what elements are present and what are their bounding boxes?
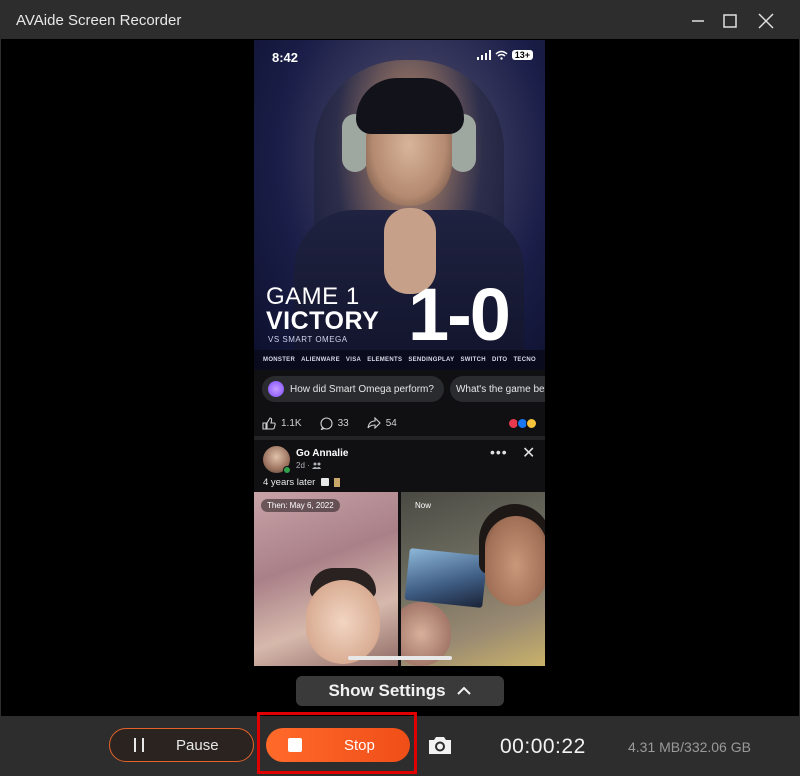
pause-icon: [134, 738, 144, 752]
friends-icon: [312, 462, 322, 470]
phone-status-bar: 8:42 13+: [254, 40, 545, 74]
status-time: 8:42: [272, 50, 299, 65]
screenshot-button[interactable]: [427, 734, 453, 756]
like-count: 1.1K: [281, 417, 302, 429]
suggestion-chip[interactable]: How did Smart Omega perform?: [262, 376, 444, 402]
photo-now[interactable]: Now: [401, 492, 545, 666]
share-button[interactable]: 54: [367, 417, 397, 429]
wow-reaction-icon: [526, 417, 537, 429]
status-icons: 13+: [476, 50, 533, 60]
comment-count: 33: [337, 417, 349, 429]
sponsor-logo: ELEMENTS: [367, 357, 403, 363]
minimize-button[interactable]: [684, 8, 712, 34]
thumbs-up-icon: [262, 416, 276, 430]
show-settings-label: Show Settings: [328, 681, 446, 700]
chip-label: How did Smart Omega perform?: [290, 383, 434, 395]
show-settings-button[interactable]: Show Settings: [296, 676, 504, 706]
share-icon: [367, 417, 381, 429]
post-text: 4 years later: [263, 477, 340, 488]
close-icon: [758, 13, 774, 29]
post-time: 2d ·: [296, 461, 310, 470]
score-text: 1-0: [408, 273, 511, 356]
sponsor-logo: ALIENWARE: [301, 357, 340, 363]
chip-label: What's the game being: [455, 383, 545, 395]
wifi-icon: [495, 50, 508, 60]
stop-label: Stop: [344, 736, 375, 754]
opponent-text: VS SMART OMEGA: [268, 335, 348, 344]
online-indicator: [283, 466, 291, 474]
post-meta: 2d ·: [296, 461, 322, 470]
sponsor-strip: MONSTER ALIENWARE VISA ELEMENTS SENDINGP…: [254, 350, 545, 370]
signal-icon: [476, 50, 491, 60]
suggestion-chips: How did Smart Omega perform? What's the …: [254, 372, 545, 406]
recording-timer: 00:00:22: [500, 735, 586, 758]
sponsor-logo: SWITCH: [460, 357, 486, 363]
title-bar: AVAide Screen Recorder: [0, 0, 800, 40]
close-button[interactable]: [752, 8, 780, 34]
hourglass-emoji-icon: [333, 477, 340, 487]
reaction-emojis: [508, 417, 537, 429]
more-options-icon[interactable]: •••: [490, 444, 508, 460]
phone-screen-preview: 8:42 13+ GAME 1 VICTORY 1-0 VS SMART OME…: [254, 40, 545, 666]
post-caption: 4 years later: [263, 477, 316, 488]
like-button[interactable]: 1.1K: [262, 416, 302, 430]
photo-label-now: Now: [415, 501, 432, 510]
sponsor-logo: TECNO: [513, 357, 536, 363]
chevron-up-icon: [456, 686, 471, 695]
close-post-icon[interactable]: ✕: [522, 443, 535, 463]
person-face: [485, 516, 545, 606]
app-title: AVAide Screen Recorder: [16, 12, 182, 29]
stop-button[interactable]: Stop: [266, 728, 410, 762]
meta-ai-icon: [268, 381, 284, 397]
suggestion-chip[interactable]: What's the game being: [449, 376, 545, 402]
laptop: [404, 548, 488, 608]
maximize-icon: [723, 14, 737, 28]
storage-indicator: 4.31 MB/332.06 GB: [628, 739, 751, 755]
stop-icon: [288, 738, 302, 752]
maximize-button[interactable]: [716, 8, 744, 34]
share-count: 54: [385, 417, 397, 429]
reaction-bar: 1.1K 33 54: [254, 408, 545, 438]
sponsor-logo: MONSTER: [263, 357, 296, 363]
post-author[interactable]: Go Annalie: [296, 448, 348, 459]
sponsor-logo: SENDINGPLAY: [408, 357, 455, 363]
hero-image: 8:42 13+ GAME 1 VICTORY 1-0 VS SMART OME…: [254, 40, 545, 370]
comment-button[interactable]: 33: [320, 416, 349, 430]
player-hair: [356, 78, 464, 134]
home-indicator: [348, 656, 452, 660]
child-face: [306, 580, 380, 664]
photo-then[interactable]: Then: May 6, 2022: [254, 492, 398, 666]
comment-icon: [320, 416, 333, 430]
pause-button[interactable]: Pause: [109, 728, 254, 762]
victory-text: VICTORY: [266, 307, 380, 335]
photo-label-then: Then: May 6, 2022: [261, 499, 340, 512]
camera-icon: [429, 737, 451, 754]
sponsor-logo: VISA: [345, 357, 362, 363]
app-window: AVAide Screen Recorder 8:42 13+ GAME 1 V…: [0, 0, 800, 776]
sponsor-logo: DITO: [491, 357, 508, 363]
minimize-icon: [692, 20, 704, 22]
battery-badge: 13+: [511, 50, 533, 60]
pause-label: Pause: [176, 736, 219, 754]
calendar-emoji-icon: [320, 478, 329, 487]
